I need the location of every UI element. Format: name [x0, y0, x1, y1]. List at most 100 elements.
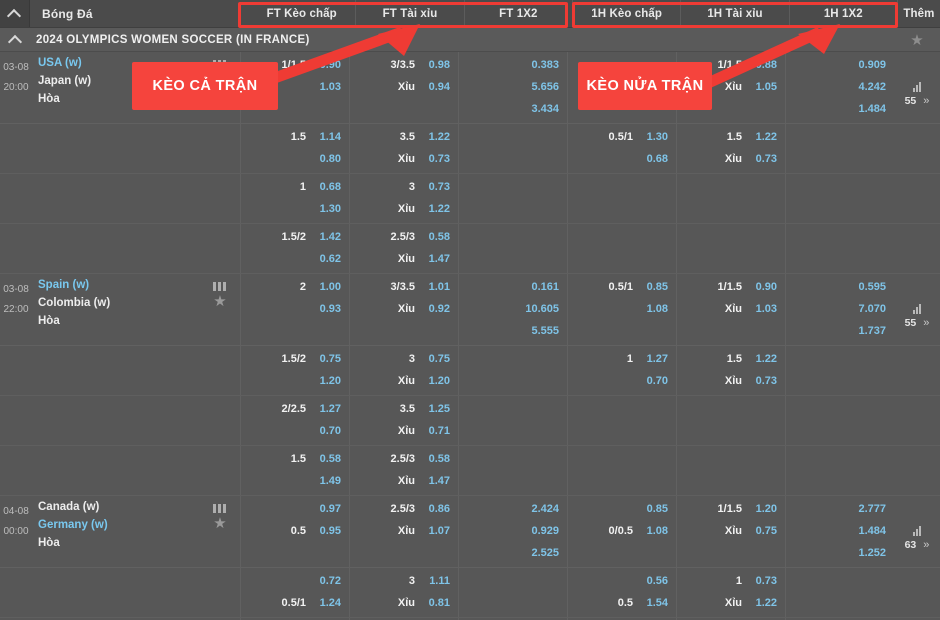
- odds-line[interactable]: 0.56: [568, 570, 668, 592]
- tab-1h-overunder[interactable]: 1H Tài xỉu: [681, 0, 790, 27]
- odds-line[interactable]: 0.5 1.54: [568, 592, 668, 614]
- team-name[interactable]: Hòa: [38, 534, 200, 552]
- odds-line[interactable]: 0.5/1 1.24: [241, 592, 341, 614]
- odds-line[interactable]: 0.97: [241, 498, 341, 520]
- odds-line[interactable]: 3.5 1.25: [350, 398, 450, 420]
- odds-line[interactable]: 1.5 1.14: [241, 126, 341, 148]
- odds-line[interactable]: 2.5/3 0.86: [350, 498, 450, 520]
- league-favorite-star-icon[interactable]: ★: [894, 31, 940, 49]
- odds-line[interactable]: 2.525: [459, 542, 559, 564]
- tab-ft-1x2[interactable]: FT 1X2: [464, 0, 573, 27]
- odds-line[interactable]: 1.5/2 0.75: [241, 348, 341, 370]
- odds-line[interactable]: 5.555: [459, 320, 559, 342]
- odds-line[interactable]: 1.49: [241, 470, 341, 492]
- odds-line[interactable]: 0.5 0.95: [241, 520, 341, 542]
- odds-line[interactable]: 0/0.5 1.08: [568, 520, 668, 542]
- favorite-star-icon[interactable]: ★: [213, 516, 226, 531]
- odds-line[interactable]: 1/1.5 0.90: [677, 276, 777, 298]
- odds-line[interactable]: 1.5/2 1.42: [241, 226, 341, 248]
- odds-line[interactable]: 0.595: [786, 276, 886, 298]
- odds-line[interactable]: 1.5 1.22: [677, 126, 777, 148]
- odds-line[interactable]: 1 0.73: [677, 570, 777, 592]
- team-name[interactable]: Hòa: [38, 312, 200, 330]
- odds-line[interactable]: Xỉu 1.22: [677, 592, 777, 614]
- odds-line[interactable]: 1.484: [786, 98, 886, 120]
- double-chevron-right-icon[interactable]: »: [923, 539, 929, 551]
- odds-line[interactable]: Xỉu 0.71: [350, 420, 450, 442]
- odds-line[interactable]: 0.80: [241, 148, 341, 170]
- odds-line[interactable]: 0.5/1 1.30: [568, 126, 668, 148]
- odds-line[interactable]: 3 0.75: [350, 348, 450, 370]
- odds-line[interactable]: 2.5/3 0.58: [350, 226, 450, 248]
- odds-line[interactable]: 3/3.5 1.01: [350, 276, 450, 298]
- odds-line[interactable]: Xỉu 1.22: [350, 198, 450, 220]
- odds-line[interactable]: Xỉu 0.92: [350, 298, 450, 320]
- double-chevron-right-icon[interactable]: »: [923, 317, 929, 329]
- odds-line[interactable]: 0.70: [568, 370, 668, 392]
- odds-line[interactable]: 0.383: [459, 54, 559, 76]
- odds-line[interactable]: 1.252: [786, 542, 886, 564]
- odds-line[interactable]: 3 0.73: [350, 176, 450, 198]
- odds-line[interactable]: 2/2.5 1.27: [241, 398, 341, 420]
- odds-line[interactable]: 10.605: [459, 298, 559, 320]
- bar-chart-icon[interactable]: [913, 304, 921, 314]
- tab-ft-handicap[interactable]: FT Kèo chấp: [248, 0, 357, 27]
- odds-line[interactable]: 7.070: [786, 298, 886, 320]
- league-collapse-toggle[interactable]: [0, 34, 30, 45]
- odds-line[interactable]: Xỉu 0.81: [350, 592, 450, 614]
- odds-line[interactable]: Xỉu 1.47: [350, 248, 450, 270]
- odds-line[interactable]: 1 1.27: [568, 348, 668, 370]
- odds-line[interactable]: 1 0.68: [241, 176, 341, 198]
- odds-line[interactable]: 2.5/3 0.58: [350, 448, 450, 470]
- odds-line[interactable]: 1.30: [241, 198, 341, 220]
- tab-more[interactable]: Thêm: [897, 0, 940, 27]
- odds-line[interactable]: Xỉu 0.75: [677, 520, 777, 542]
- tab-ft-overunder[interactable]: FT Tài xỉu: [356, 0, 465, 27]
- odds-line[interactable]: 4.242: [786, 76, 886, 98]
- odds-line[interactable]: 0.5/1 0.85: [568, 276, 668, 298]
- odds-line[interactable]: 1.5 1.22: [677, 348, 777, 370]
- odds-line[interactable]: 2.424: [459, 498, 559, 520]
- team-name[interactable]: Germany (w): [38, 516, 200, 534]
- odds-line[interactable]: 1.5 0.58: [241, 448, 341, 470]
- team-name[interactable]: Canada (w): [38, 498, 200, 516]
- odds-line[interactable]: 0.909: [786, 54, 886, 76]
- odds-line[interactable]: 2 1.00: [241, 276, 341, 298]
- odds-line[interactable]: 1.484: [786, 520, 886, 542]
- odds-line[interactable]: 1/1.5 1.20: [677, 498, 777, 520]
- sport-collapse-toggle[interactable]: [0, 0, 30, 27]
- odds-line[interactable]: 1.20: [241, 370, 341, 392]
- odds-line[interactable]: Xỉu 0.73: [350, 148, 450, 170]
- league-header[interactable]: 2024 OLYMPICS WOMEN SOCCER (IN FRANCE) ★: [0, 28, 940, 52]
- odds-line[interactable]: 0.62: [241, 248, 341, 270]
- odds-line[interactable]: Xỉu 0.94: [350, 76, 450, 98]
- scoreboard-icon[interactable]: [212, 504, 228, 513]
- odds-line[interactable]: Xỉu 1.07: [350, 520, 450, 542]
- odds-line[interactable]: 0.93: [241, 298, 341, 320]
- team-name[interactable]: Spain (w): [38, 276, 200, 294]
- bar-chart-icon[interactable]: [913, 82, 921, 92]
- odds-line[interactable]: 5.656: [459, 76, 559, 98]
- odds-line[interactable]: 0.70: [241, 420, 341, 442]
- odds-line[interactable]: 3 1.11: [350, 570, 450, 592]
- tab-1h-handicap[interactable]: 1H Kèo chấp: [572, 0, 682, 27]
- odds-line[interactable]: 0.929: [459, 520, 559, 542]
- odds-line[interactable]: 0.72: [241, 570, 341, 592]
- favorite-star-icon[interactable]: ★: [213, 294, 226, 309]
- odds-line[interactable]: Xỉu 1.47: [350, 470, 450, 492]
- bar-chart-icon[interactable]: [913, 526, 921, 536]
- odds-line[interactable]: Xỉu 1.03: [677, 298, 777, 320]
- odds-line[interactable]: Xỉu 0.73: [677, 370, 777, 392]
- odds-line[interactable]: 3.5 1.22: [350, 126, 450, 148]
- odds-line[interactable]: Xỉu 0.73: [677, 148, 777, 170]
- team-name[interactable]: Colombia (w): [38, 294, 200, 312]
- odds-line[interactable]: 0.161: [459, 276, 559, 298]
- odds-line[interactable]: 2.777: [786, 498, 886, 520]
- double-chevron-right-icon[interactable]: »: [923, 95, 929, 107]
- odds-line[interactable]: 0.68: [568, 148, 668, 170]
- odds-line[interactable]: 1.08: [568, 298, 668, 320]
- odds-line[interactable]: 3/3.5 0.98: [350, 54, 450, 76]
- odds-line[interactable]: 0.85: [568, 498, 668, 520]
- odds-line[interactable]: 1.737: [786, 320, 886, 342]
- odds-line[interactable]: Xỉu 1.20: [350, 370, 450, 392]
